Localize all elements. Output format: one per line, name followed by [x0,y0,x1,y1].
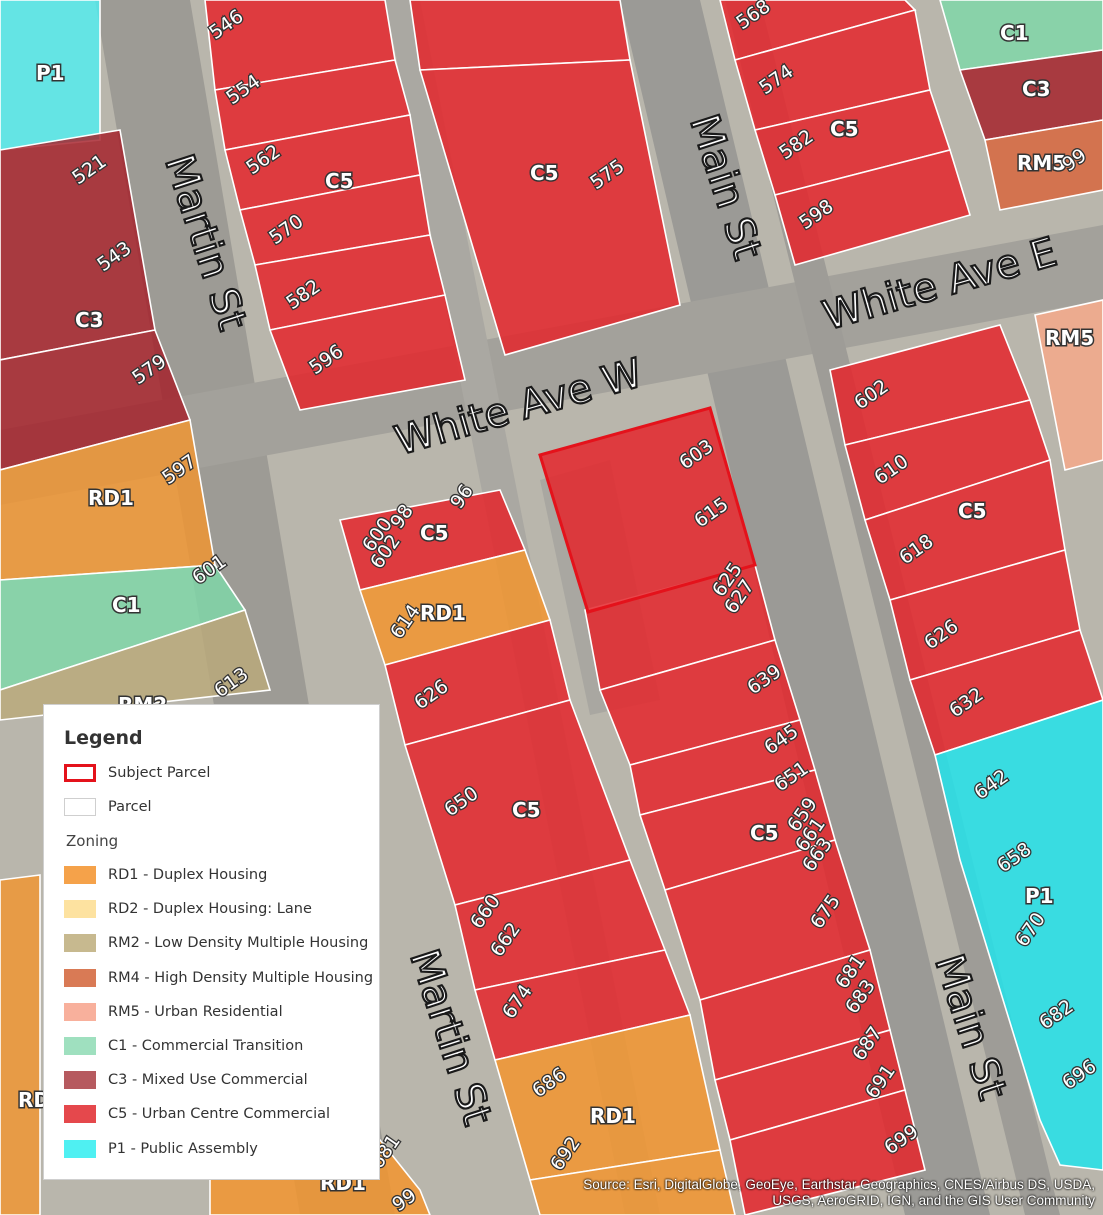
zone-label: C5 [512,798,541,822]
parcel-rd-left[interactable] [0,874,41,1215]
legend-label: RD2 - Duplex Housing: Lane [108,901,312,918]
zone-label: RD1 [420,601,466,625]
zone-label: RD1 [88,486,134,510]
map-legend: Legend Subject Parcel Parcel Zoning RD1 … [43,704,380,1180]
zone-label: C5 [958,499,987,523]
legend-swatch [64,1071,96,1090]
map-attribution: Source: Esri, DigitalGlobe, GeoEye, Eart… [583,1177,1095,1208]
zone-label: C5 [325,169,354,193]
zone-label: P1 [1025,884,1054,908]
legend-swatch [64,1037,96,1055]
legend-swatch [64,934,96,953]
zone-label: RM5 [1017,151,1066,175]
legend-zoning-item: RM5 - Urban Residential [64,1001,283,1023]
legend-zoning-item: C5 - Urban Centre Commercial [64,1103,330,1125]
legend-swatch [64,1105,96,1124]
legend-label: RM2 - Low Density Multiple Housing [108,935,369,952]
legend-swatch [64,1002,96,1021]
legend-label: RM4 - High Density Multiple Housing [108,969,374,986]
legend-zoning-item: C1 - Commercial Transition [64,1035,303,1057]
legend-swatch [64,900,96,919]
legend-parcel: Parcel [64,796,152,818]
legend-label: RM5 - Urban Residential [108,1003,283,1020]
zone-label: C5 [530,161,559,185]
legend-swatch [64,866,96,884]
legend-label: C5 - Urban Centre Commercial [108,1106,331,1123]
legend-zoning-item: RM4 - High Density Multiple Housing [64,967,373,989]
legend-title: Legend [64,727,143,749]
legend-zoning-item: RD2 - Duplex Housing: Lane [64,898,312,920]
legend-zoning-item: RD1 - Duplex Housing [64,864,267,886]
zone-label: P1 [36,61,65,85]
zone-label: RM5 [1045,326,1094,350]
zone-label: C1 [1000,21,1029,45]
zoning-map[interactable]: Martin St Martin St Main St Main St Whit… [0,0,1103,1215]
legend-swatch [64,1139,96,1158]
zone-label: C3 [75,308,104,332]
legend-label: Subject Parcel [108,765,211,781]
legend-subject-parcel: Subject Parcel [64,762,210,784]
parcel-swatch [64,798,96,816]
zone-label: C5 [750,821,779,845]
legend-label: C3 - Mixed Use Commercial [108,1072,308,1089]
legend-zoning-item: RM2 - Low Density Multiple Housing [64,932,368,954]
legend-zoning-item: P1 - Public Assembly [64,1138,258,1160]
legend-swatch [64,968,96,987]
zone-label: C5 [830,117,859,141]
legend-zoning-heading: Zoning [66,832,119,850]
legend-label: C1 - Commercial Transition [108,1038,304,1054]
subject-parcel-swatch [64,764,96,782]
zone-label: C1 [112,593,141,617]
parcel-mid-top[interactable] [409,0,631,71]
zone-label: C5 [420,521,449,545]
zone-label: RD1 [590,1104,636,1128]
legend-label: P1 - Public Assembly [108,1140,258,1157]
legend-label: Parcel [108,799,152,815]
legend-label: RD1 - Duplex Housing [108,867,268,883]
legend-zoning-item: C3 - Mixed Use Commercial [64,1069,308,1091]
zone-label: C3 [1022,77,1051,101]
